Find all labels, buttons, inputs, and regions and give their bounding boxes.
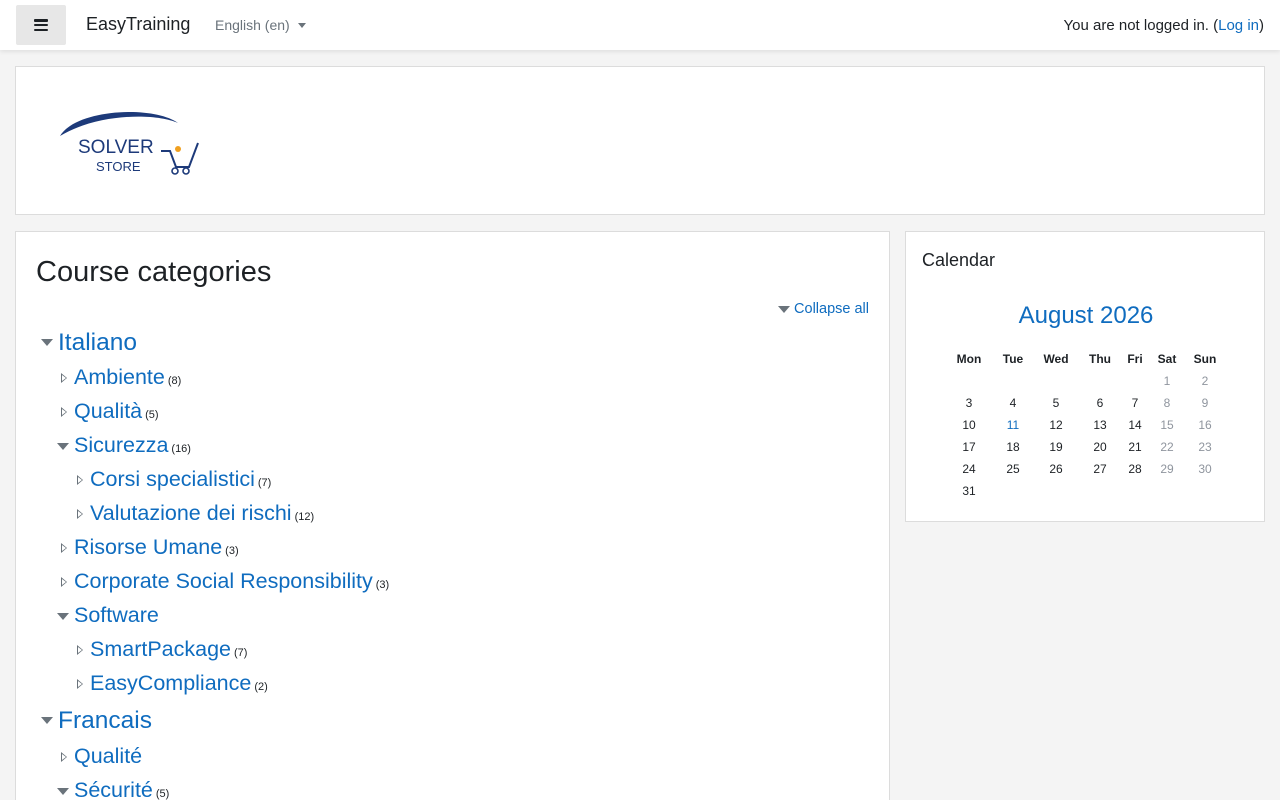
calendar-day[interactable]: 21 — [1118, 440, 1152, 454]
login-link[interactable]: Log in — [1218, 17, 1259, 34]
login-status: You are not logged in. (Log in) — [1064, 17, 1264, 34]
category-item[interactable]: Valutazione dei rischi (12) — [90, 501, 314, 526]
weekday-label: Tue — [1002, 352, 1024, 366]
expanded-toggle-icon[interactable] — [41, 717, 53, 724]
calendar-day[interactable]: 16 — [1188, 418, 1222, 432]
site-brand[interactable]: EasyTraining — [86, 14, 190, 35]
category-item[interactable]: Qualité — [74, 744, 145, 769]
language-label: English (en) — [215, 17, 290, 33]
calendar-day[interactable]: 11 — [996, 418, 1030, 432]
calendar-day[interactable]: 29 — [1150, 462, 1184, 476]
category-item[interactable]: Francais — [58, 707, 155, 735]
calendar-title: Calendar — [922, 250, 996, 270]
calendar-day[interactable]: 10 — [952, 418, 986, 432]
svg-text:SOLVER: SOLVER — [78, 137, 154, 158]
category-item[interactable]: Italiano — [58, 329, 140, 357]
calendar-day[interactable]: 31 — [952, 484, 986, 498]
calendar-day[interactable]: 13 — [1083, 418, 1117, 432]
category-item[interactable]: Sicurezza (16) — [74, 433, 191, 458]
calendar-day[interactable]: 17 — [952, 440, 986, 454]
calendar-day[interactable]: 1 — [1150, 374, 1184, 388]
weekday-label: Thu — [1089, 352, 1111, 366]
svg-text:STORE: STORE — [96, 159, 141, 174]
expanded-toggle-icon[interactable] — [57, 613, 69, 620]
weekday-label: Sun — [1193, 352, 1217, 366]
calendar-day[interactable]: 15 — [1150, 418, 1184, 432]
hamburger-icon — [34, 19, 48, 31]
top-navbar: EasyTraining English (en) You are not lo… — [0, 0, 1280, 50]
collapsed-toggle-icon[interactable] — [61, 752, 67, 762]
category-item[interactable]: Software — [74, 603, 162, 628]
calendar-day[interactable]: 7 — [1118, 396, 1152, 410]
collapsed-toggle-icon[interactable] — [77, 509, 83, 519]
language-menu[interactable]: English (en) — [215, 17, 306, 33]
solver-store-logo: SOLVER STORE — [60, 112, 199, 175]
category-item[interactable]: Corsi specialistici (7) — [90, 467, 271, 492]
calendar-day[interactable]: 30 — [1188, 462, 1222, 476]
drawer-toggle-button[interactable] — [16, 5, 66, 45]
weekday-label: Wed — [1043, 352, 1069, 366]
collapsed-toggle-icon[interactable] — [77, 475, 83, 485]
collapsed-toggle-icon[interactable] — [61, 407, 67, 417]
expanded-toggle-icon[interactable] — [41, 339, 53, 346]
expanded-toggle-icon[interactable] — [57, 788, 69, 795]
expanded-toggle-icon[interactable] — [57, 443, 69, 450]
calendar-day[interactable]: 23 — [1188, 440, 1222, 454]
weekday-label: Sat — [1157, 352, 1177, 366]
calendar-day[interactable]: 27 — [1083, 462, 1117, 476]
login-text: You are not logged in. ( — [1063, 17, 1219, 34]
category-item[interactable]: Qualità (5) — [74, 399, 159, 424]
calendar-day[interactable]: 12 — [1039, 418, 1073, 432]
collapsed-toggle-icon[interactable] — [77, 679, 83, 689]
collapsed-toggle-icon[interactable] — [61, 577, 67, 587]
calendar-block: Calendar August 2026 Mon Tue Wed Thu Fri… — [905, 231, 1265, 522]
calendar-day[interactable]: 19 — [1039, 440, 1073, 454]
calendar-day[interactable]: 20 — [1083, 440, 1117, 454]
weekday-label: Mon — [956, 352, 982, 366]
category-item[interactable]: EasyCompliance (2) — [90, 671, 268, 696]
caret-down-icon — [297, 22, 306, 28]
calendar-day[interactable]: 3 — [952, 396, 986, 410]
collapse-all-label: Collapse all — [794, 301, 869, 317]
login-close: ) — [1259, 17, 1264, 34]
calendar-day[interactable]: 22 — [1150, 440, 1184, 454]
calendar-day[interactable]: 5 — [1039, 396, 1073, 410]
category-item[interactable]: Corporate Social Responsibility (3) — [74, 569, 389, 594]
collapsed-toggle-icon[interactable] — [77, 645, 83, 655]
calendar-day[interactable]: 14 — [1118, 418, 1152, 432]
calendar-day[interactable]: 24 — [952, 462, 986, 476]
calendar-day[interactable]: 26 — [1039, 462, 1073, 476]
collapse-all-link[interactable]: Collapse all — [778, 301, 869, 317]
calendar-day[interactable]: 6 — [1083, 396, 1117, 410]
weekday-label: Fri — [1127, 352, 1143, 366]
category-item[interactable]: Risorse Umane (3) — [74, 535, 239, 560]
calendar-day[interactable]: 4 — [996, 396, 1030, 410]
calendar-day[interactable]: 18 — [996, 440, 1030, 454]
calendar-day[interactable]: 9 — [1188, 396, 1222, 410]
category-item[interactable]: Sécurité (5) — [74, 778, 169, 800]
category-item[interactable]: Ambiente (8) — [74, 365, 181, 390]
calendar-day[interactable]: 8 — [1150, 396, 1184, 410]
calendar-month-link[interactable]: August 2026 — [906, 302, 1266, 330]
caret-down-icon — [778, 305, 791, 313]
course-categories-panel: Course categories Collapse all Italiano … — [15, 231, 890, 800]
calendar-day[interactable]: 2 — [1188, 374, 1222, 388]
page-header: SOLVER STORE — [15, 66, 1265, 215]
collapsed-toggle-icon[interactable] — [61, 373, 67, 383]
calendar-day[interactable]: 28 — [1118, 462, 1152, 476]
collapsed-toggle-icon[interactable] — [61, 543, 67, 553]
page-title: Course categories — [36, 256, 272, 288]
category-item[interactable]: SmartPackage (7) — [90, 637, 247, 662]
calendar-day[interactable]: 25 — [996, 462, 1030, 476]
